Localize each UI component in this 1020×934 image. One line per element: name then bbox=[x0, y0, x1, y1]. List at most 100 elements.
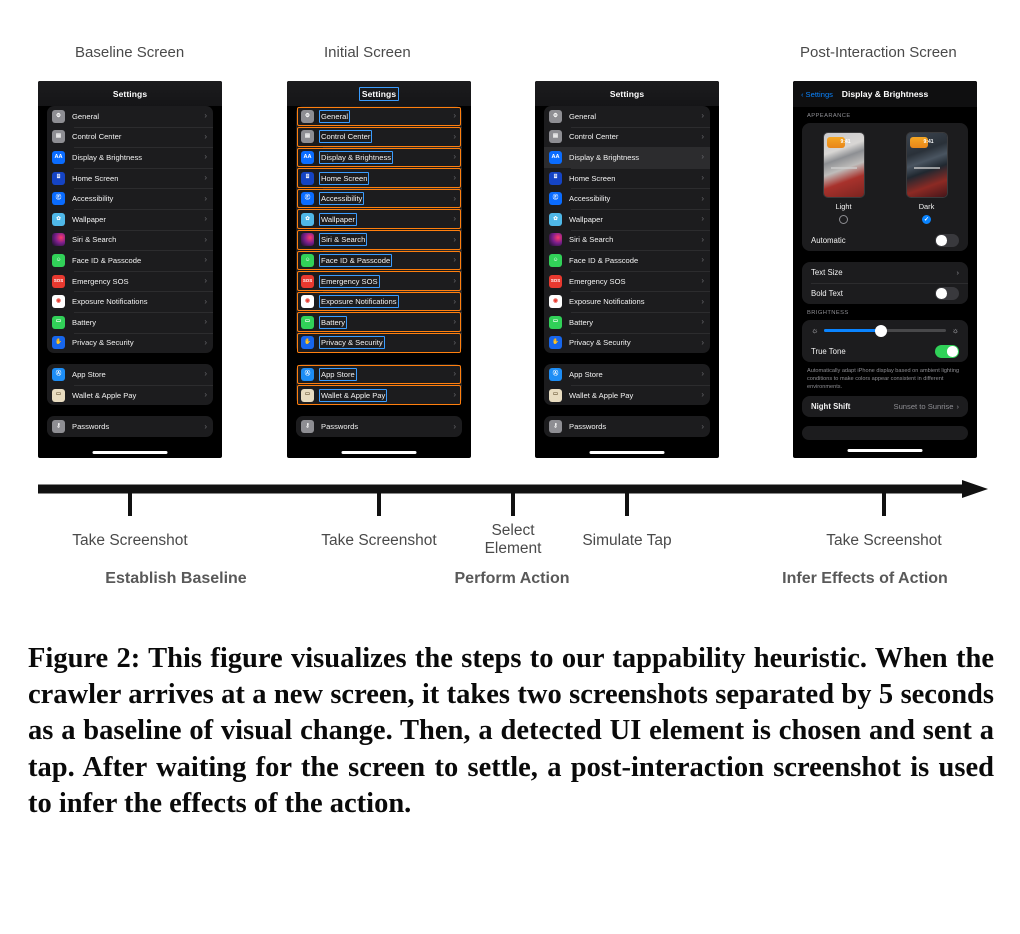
settings-row-label: Passwords bbox=[569, 422, 607, 432]
initial-screenshot: Settings ⚙ General › ▤ Control Center › AA Disp… bbox=[287, 81, 471, 458]
settings-row[interactable]: ⚙ General › bbox=[47, 106, 213, 127]
automatic-label: Automatic bbox=[811, 236, 846, 245]
bold-text-row[interactable]: Bold Text bbox=[802, 283, 968, 304]
settings-row[interactable]: ⚷ Passwords › bbox=[544, 416, 710, 437]
chevron-right-icon: › bbox=[701, 421, 704, 431]
back-button[interactable]: ‹ Settings bbox=[801, 90, 833, 99]
chevron-right-icon: › bbox=[204, 173, 207, 183]
timeline-arrow bbox=[38, 480, 988, 498]
settings-row[interactable]: Siri & Search › bbox=[296, 229, 462, 251]
settings-row[interactable]: ▭ Battery › bbox=[296, 311, 462, 333]
settings-row[interactable]: ▤ Control Center › bbox=[296, 126, 462, 148]
settings-group: ⚷ Passwords › bbox=[296, 416, 462, 437]
settings-row[interactable]: ✋ Privacy & Security › bbox=[544, 332, 710, 354]
settings-row[interactable]: AA Display & Brightness › bbox=[296, 147, 462, 168]
true-tone-toggle[interactable] bbox=[935, 345, 959, 358]
bold-text-toggle[interactable] bbox=[935, 287, 959, 300]
home-indicator bbox=[92, 451, 168, 454]
settings-row[interactable]: ⌸ Home Screen › bbox=[47, 167, 213, 189]
chevron-right-icon: › bbox=[204, 131, 207, 141]
settings-row[interactable]: ◉ Exposure Notifications › bbox=[47, 291, 213, 312]
settings-row-label: Battery bbox=[569, 317, 594, 327]
settings-row[interactable]: AA Display & Brightness › bbox=[47, 147, 213, 168]
chevron-left-icon: ‹ bbox=[801, 89, 804, 99]
settings-row[interactable]: SOS Emergency SOS › bbox=[544, 270, 710, 292]
settings-row[interactable]: ⌸ Home Screen › bbox=[544, 167, 710, 189]
settings-row-label: Privacy & Security bbox=[72, 338, 134, 348]
wallpaper-icon: ✿ bbox=[549, 212, 562, 226]
settings-row[interactable]: ▤ Control Center › bbox=[47, 126, 213, 148]
settings-row[interactable]: ⌸ Home Screen › bbox=[296, 167, 462, 189]
settings-row[interactable]: ▭ Battery › bbox=[544, 311, 710, 333]
settings-row[interactable]: ✿ Wallpaper › bbox=[47, 208, 213, 230]
settings-row-label: Accessibility bbox=[72, 194, 114, 204]
settings-row[interactable]: SOS Emergency SOS › bbox=[47, 270, 213, 292]
settings-row[interactable]: Ⓔ Accessibility › bbox=[296, 188, 462, 209]
brightness-slider-row[interactable]: ☼ ☼ bbox=[802, 320, 968, 341]
settings-group: ⚙ General › ▤ Control Center › AA Display & Bri… bbox=[47, 106, 213, 354]
settings-row[interactable]: AA Display & Brightness › bbox=[544, 147, 710, 168]
settings-row[interactable]: ▤ Control Center › bbox=[544, 126, 710, 148]
brightness-section-header: BRIGHTNESS bbox=[807, 310, 849, 316]
chevron-right-icon: › bbox=[453, 369, 456, 379]
settings-row[interactable]: ☺ Face ID & Passcode › bbox=[544, 250, 710, 271]
emergency-sos-icon: SOS bbox=[549, 274, 562, 288]
chevron-right-icon: › bbox=[956, 402, 959, 412]
settings-row[interactable]: ▭ Wallet & Apple Pay › bbox=[544, 384, 710, 406]
privacy-security-icon: ✋ bbox=[301, 336, 314, 350]
panel-title-initial: Initial Screen bbox=[324, 44, 411, 61]
settings-row[interactable]: ◉ Exposure Notifications › bbox=[296, 291, 462, 312]
settings-row-label: Face ID & Passcode bbox=[569, 255, 639, 265]
figure-caption: Figure 2: This figure visualizes the ste… bbox=[28, 643, 994, 819]
thumb-clock: 9:41 bbox=[840, 139, 851, 145]
brightness-slider[interactable] bbox=[824, 324, 946, 337]
nav-title: Settings bbox=[361, 88, 397, 99]
timeline-step-label: Select Element bbox=[484, 522, 542, 557]
settings-row-label: App Store bbox=[72, 369, 106, 379]
chevron-right-icon: › bbox=[701, 255, 704, 265]
chevron-right-icon: › bbox=[204, 255, 207, 265]
settings-row[interactable]: Ⓔ Accessibility › bbox=[47, 188, 213, 209]
settings-row[interactable]: ⚙ General › bbox=[296, 106, 462, 127]
chevron-right-icon: › bbox=[701, 234, 704, 244]
settings-row[interactable]: ✿ Wallpaper › bbox=[296, 208, 462, 230]
settings-row[interactable]: ◉ Exposure Notifications › bbox=[544, 291, 710, 312]
settings-row[interactable]: SOS Emergency SOS › bbox=[296, 270, 462, 292]
settings-row[interactable]: ⚙ General › bbox=[544, 106, 710, 127]
settings-row[interactable]: ▭ Wallet & Apple Pay › bbox=[296, 384, 462, 406]
settings-row[interactable]: ⚷ Passwords › bbox=[296, 416, 462, 437]
settings-row[interactable]: Siri & Search › bbox=[47, 229, 213, 251]
settings-row[interactable]: ☺ Face ID & Passcode › bbox=[47, 250, 213, 271]
settings-row[interactable]: Ⓐ App Store › bbox=[47, 364, 213, 385]
settings-row[interactable]: ▭ Wallet & Apple Pay › bbox=[47, 384, 213, 406]
wallet-icon: ▭ bbox=[549, 388, 562, 402]
appearance-option-light[interactable]: 9:41 Light bbox=[822, 132, 865, 224]
appearance-option-dark[interactable]: 9:41 Dark ✓ bbox=[905, 132, 948, 224]
automatic-row[interactable]: Automatic bbox=[802, 230, 968, 251]
timeline-phase-label: Infer Effects of Action bbox=[782, 570, 948, 587]
settings-row[interactable]: Ⓐ App Store › bbox=[296, 364, 462, 385]
settings-row[interactable]: ✋ Privacy & Security › bbox=[296, 332, 462, 354]
settings-row[interactable]: ✋ Privacy & Security › bbox=[47, 332, 213, 354]
text-size-row[interactable]: Text Size › bbox=[802, 262, 968, 283]
light-radio[interactable] bbox=[839, 215, 848, 224]
true-tone-row[interactable]: True Tone bbox=[802, 341, 968, 362]
brightness-slider-knob[interactable] bbox=[875, 324, 888, 337]
brightness-low-icon: ☼ bbox=[811, 325, 819, 335]
settings-row[interactable]: ▭ Battery › bbox=[47, 311, 213, 333]
settings-row[interactable]: Ⓐ App Store › bbox=[544, 364, 710, 385]
chevron-right-icon: › bbox=[453, 152, 456, 162]
settings-row[interactable]: ⚷ Passwords › bbox=[47, 416, 213, 437]
dark-radio[interactable]: ✓ bbox=[922, 215, 931, 224]
chevron-right-icon: › bbox=[453, 193, 456, 203]
settings-row-label: Accessibility bbox=[569, 194, 611, 204]
settings-list: ⚙ General › ▤ Control Center › AA Display & Bri… bbox=[287, 106, 471, 437]
settings-row[interactable]: Siri & Search › bbox=[544, 229, 710, 251]
settings-row[interactable]: ✿ Wallpaper › bbox=[544, 208, 710, 230]
settings-row[interactable]: Ⓔ Accessibility › bbox=[544, 188, 710, 209]
app-store-icon: Ⓐ bbox=[301, 367, 314, 381]
settings-row[interactable]: ☺ Face ID & Passcode › bbox=[296, 250, 462, 271]
automatic-toggle[interactable] bbox=[935, 234, 959, 247]
app-store-icon: Ⓐ bbox=[52, 367, 65, 381]
night-shift-row[interactable]: Night Shift Sunset to Sunrise › bbox=[802, 396, 968, 417]
